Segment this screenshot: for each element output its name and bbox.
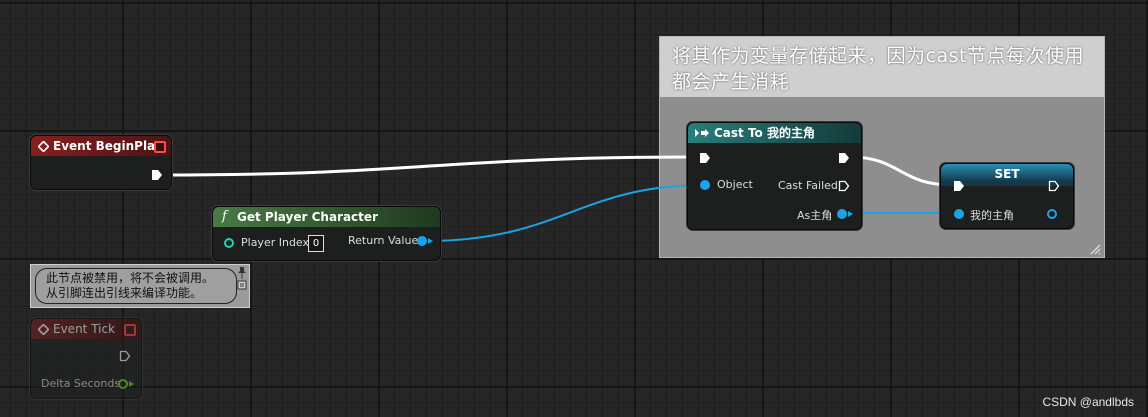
exec-wire-beginplay-to-cast (161, 155, 701, 177)
pin-arrow-icon (129, 381, 134, 387)
exec-in-pin-icon[interactable] (953, 180, 965, 192)
node-title: Cast To 我的主角 (714, 126, 815, 140)
pin-arrow-icon (848, 211, 853, 217)
delegate-pin-icon[interactable] (124, 324, 136, 336)
exec-out-pin-icon[interactable] (119, 350, 131, 362)
var-out-pin-icon[interactable] (1047, 209, 1057, 219)
watermark: CSDN @andlbds (1042, 395, 1134, 409)
cast-to-node[interactable]: Cast To 我的主角 Object Cast Failed As主角 (687, 122, 862, 230)
disabled-node-tooltip: 此节点被禁用，将不会被调用。 从引脚连出引线来编译功能。 (30, 264, 250, 308)
pin-arrow-icon (428, 238, 433, 244)
function-icon: f (222, 209, 227, 224)
node-title: Get Player Character (237, 210, 378, 224)
set-node[interactable]: SET 我的主角 (940, 163, 1074, 229)
event-tick-node[interactable]: Event Tick Delta Seconds (30, 318, 142, 399)
disabled-bubble: 此节点被禁用，将不会被调用。 从引脚连出引线来编译功能。 (35, 268, 237, 304)
pin-icon[interactable] (237, 267, 247, 279)
return-value-label: Return Value (348, 234, 419, 247)
as-character-label: As主角 (797, 209, 833, 222)
exec-out-pin-icon[interactable] (1048, 180, 1060, 192)
cast-failed-pin-icon[interactable] (838, 180, 850, 192)
exec-wire-cast-to-set (849, 155, 953, 187)
object-wire-getplayer-to-cast (425, 184, 706, 242)
event-diamond-icon (38, 324, 49, 335)
disabled-message: 此节点被禁用，将不会被调用。 从引脚连出引线来编译功能。 (46, 271, 215, 300)
as-character-pin-icon[interactable] (837, 209, 847, 219)
node-title: SET (994, 167, 1020, 181)
get-player-character-node[interactable]: f Get Player Character Player Index 0 Re… (212, 206, 441, 261)
delta-seconds-pin-icon[interactable] (118, 379, 128, 389)
cast-icon (695, 129, 709, 137)
note-icon[interactable] (237, 280, 247, 290)
var-in-pin-icon[interactable] (954, 209, 964, 219)
cast-failed-label: Cast Failed (778, 179, 838, 192)
object-label: Object (717, 178, 753, 191)
player-index-input[interactable]: 0 (308, 235, 324, 252)
node-title: Event BeginPlay (53, 139, 163, 153)
object-pin-icon[interactable] (700, 180, 710, 190)
exec-in-pin-icon[interactable] (699, 152, 711, 164)
event-diamond-icon (38, 141, 49, 152)
node-title: Event Tick (53, 322, 116, 336)
delta-seconds-label: Delta Seconds (41, 377, 121, 390)
delegate-pin-icon[interactable] (154, 141, 166, 153)
return-value-pin-icon[interactable] (417, 236, 427, 246)
player-index-pin-icon[interactable] (224, 238, 234, 248)
player-index-label: Player Index (241, 236, 310, 249)
exec-out-pin-icon[interactable] (151, 169, 163, 181)
exec-out-pin-icon[interactable] (838, 152, 850, 164)
var-label: 我的主角 (970, 209, 1014, 222)
event-beginplay-node[interactable]: Event BeginPlay (30, 135, 172, 190)
